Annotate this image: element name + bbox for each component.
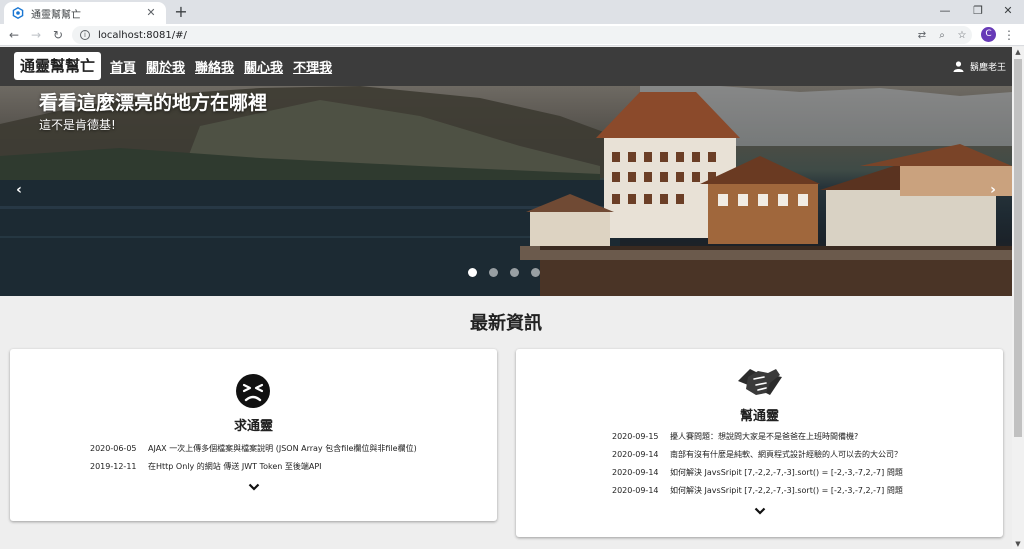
list-item[interactable]: 2020-09-14 南部有沒有什麼是純軟、網頁程式設計經驗的人可以去的大公司？ bbox=[612, 446, 903, 464]
scroll-down-icon[interactable]: ▼ bbox=[1012, 539, 1024, 549]
hero-carousel[interactable]: 看看這麼漂亮的地方在哪裡 這不是肯德基! ‹ › bbox=[0, 86, 1012, 296]
news-title[interactable]: AJAX 一次上傳多個檔案與檔案說明 (JSON Array 包含file欄位與… bbox=[148, 440, 417, 458]
offer-help-card: 幫通靈 2020-09-15 擾人賽問題：想說問大家是不是爸爸在上班時間備機? … bbox=[516, 349, 1003, 537]
card-title: 求通靈 bbox=[233, 419, 273, 434]
address-bar[interactable]: i localhost:8081/#/ ⇄ ⌕ ☆ bbox=[72, 26, 972, 44]
list-item[interactable]: 2019-12-11 在Http Only 的網站 傳送 JWT Token 至… bbox=[90, 458, 417, 476]
main-nav: 首頁 關於我 聯絡我 關心我 不理我 bbox=[110, 47, 342, 86]
section-title: 最新資訊 bbox=[470, 313, 542, 334]
list-item[interactable]: 2020-09-14 如何解決 JavsSripit [7,-2,2,-7,-3… bbox=[612, 482, 903, 500]
carousel-subtitle: 這不是肯德基! bbox=[39, 118, 116, 132]
close-window-icon[interactable]: ✕ bbox=[991, 0, 1024, 22]
news-title[interactable]: 如何解決 JavsSripit [7,-2,2,-7,-3].sort() = … bbox=[670, 482, 903, 500]
seek-help-card: 求通靈 2020-06-05 AJAX 一次上傳多個檔案與檔案說明 (JSON … bbox=[10, 349, 497, 521]
news-title[interactable]: 如何解決 JavsSripit [7,-2,2,-7,-3].sort() = … bbox=[670, 464, 903, 482]
news-title[interactable]: 擾人賽問題：想說問大家是不是爸爸在上班時間備機? bbox=[670, 428, 858, 446]
scroll-up-icon[interactable]: ▲ bbox=[1012, 47, 1024, 57]
chevron-down-icon[interactable] bbox=[752, 507, 768, 519]
carousel-dot-2[interactable] bbox=[489, 268, 498, 277]
zoom-icon[interactable]: ⌕ bbox=[932, 30, 952, 41]
news-date: 2020-09-14 bbox=[612, 486, 659, 495]
news-date: 2020-06-05 bbox=[90, 444, 137, 453]
chevron-down-icon[interactable] bbox=[246, 483, 262, 495]
carousel-dot-1[interactable] bbox=[468, 268, 477, 277]
tab-title: 通靈幫幫亡 bbox=[31, 9, 81, 21]
minimize-window-icon[interactable]: — bbox=[928, 0, 962, 22]
news-date: 2020-09-15 bbox=[612, 432, 659, 441]
translate-icon[interactable]: ⇄ bbox=[912, 30, 932, 41]
brand-logo[interactable]: 通靈幫幫亡 bbox=[14, 52, 102, 80]
seek-help-news-list: 2020-06-05 AJAX 一次上傳多個檔案與檔案說明 (JSON Arra… bbox=[90, 440, 417, 476]
nav-care-link[interactable]: 關心我 bbox=[244, 57, 283, 76]
browser-tabstrip: 通靈幫幫亡 ✕ + — ❐ ✕ bbox=[0, 0, 1024, 24]
profile-avatar[interactable]: C bbox=[981, 27, 996, 42]
page-viewport: 通靈幫幫亡 首頁 關於我 聯絡我 關心我 不理我 鬍塵老王 看看這麼漂亮的地方在… bbox=[0, 47, 1012, 549]
nav-home-link[interactable]: 首頁 bbox=[110, 57, 136, 76]
app-bar: 通靈幫幫亡 首頁 關於我 聯絡我 關心我 不理我 鬍塵老王 bbox=[0, 47, 1012, 86]
browser-toolbar: ← → ↻ i localhost:8081/#/ ⇄ ⌕ ☆ C ⋮ bbox=[0, 24, 1024, 46]
new-tab-button[interactable]: + bbox=[172, 3, 190, 21]
carousel-next-button[interactable]: › bbox=[985, 180, 1001, 200]
offer-help-news-list: 2020-09-15 擾人賽問題：想說問大家是不是爸爸在上班時間備機? 2020… bbox=[612, 428, 903, 500]
browser-tab[interactable]: 通靈幫幫亡 ✕ bbox=[4, 2, 166, 24]
news-title[interactable]: 在Http Only 的網站 傳送 JWT Token 至後端API bbox=[148, 458, 322, 476]
news-date: 2020-09-14 bbox=[612, 450, 659, 459]
handshake-icon bbox=[736, 363, 784, 401]
carousel-prev-button[interactable]: ‹ bbox=[11, 180, 27, 200]
app-favicon-icon bbox=[12, 7, 24, 19]
scrollbar-thumb[interactable] bbox=[1014, 59, 1022, 437]
restore-window-icon[interactable]: ❐ bbox=[961, 0, 995, 22]
forward-arrow-icon[interactable]: → bbox=[28, 27, 44, 43]
list-item[interactable]: 2020-06-05 AJAX 一次上傳多個檔案與檔案說明 (JSON Arra… bbox=[90, 440, 417, 458]
carousel-indicators bbox=[468, 268, 552, 277]
user-icon bbox=[953, 61, 964, 72]
tab-close-icon[interactable]: ✕ bbox=[144, 6, 158, 20]
news-title[interactable]: 南部有沒有什麼是純軟、網頁程式設計經驗的人可以去的大公司？ bbox=[670, 446, 902, 464]
nav-contact-link[interactable]: 聯絡我 bbox=[195, 57, 234, 76]
url-text[interactable]: localhost:8081/#/ bbox=[98, 30, 912, 41]
reload-icon[interactable]: ↻ bbox=[50, 27, 66, 43]
user-menu[interactable]: 鬍塵老王 bbox=[953, 47, 1006, 86]
carousel-dot-3[interactable] bbox=[510, 268, 519, 277]
nav-ignore-link[interactable]: 不理我 bbox=[293, 57, 332, 76]
browser-menu-icon[interactable]: ⋮ bbox=[1003, 27, 1015, 43]
bookmark-star-icon[interactable]: ☆ bbox=[952, 30, 972, 41]
back-arrow-icon[interactable]: ← bbox=[6, 27, 22, 43]
user-name: 鬍塵老王 bbox=[969, 63, 1006, 73]
carousel-dot-4[interactable] bbox=[531, 268, 540, 277]
news-date: 2020-09-14 bbox=[612, 468, 659, 477]
nav-about-link[interactable]: 關於我 bbox=[146, 57, 185, 76]
page-scrollbar[interactable]: ▲ ▼ bbox=[1012, 47, 1024, 549]
site-info-icon[interactable]: i bbox=[80, 30, 90, 40]
hero-landscape-image bbox=[0, 86, 1012, 296]
list-item[interactable]: 2020-09-15 擾人賽問題：想說問大家是不是爸爸在上班時間備機? bbox=[612, 428, 903, 446]
carousel-title: 看看這麼漂亮的地方在哪裡 bbox=[39, 92, 268, 114]
card-title: 幫通靈 bbox=[739, 409, 779, 424]
sad-face-icon bbox=[235, 373, 271, 409]
list-item[interactable]: 2020-09-14 如何解決 JavsSripit [7,-2,2,-7,-3… bbox=[612, 464, 903, 482]
news-date: 2019-12-11 bbox=[90, 462, 137, 471]
